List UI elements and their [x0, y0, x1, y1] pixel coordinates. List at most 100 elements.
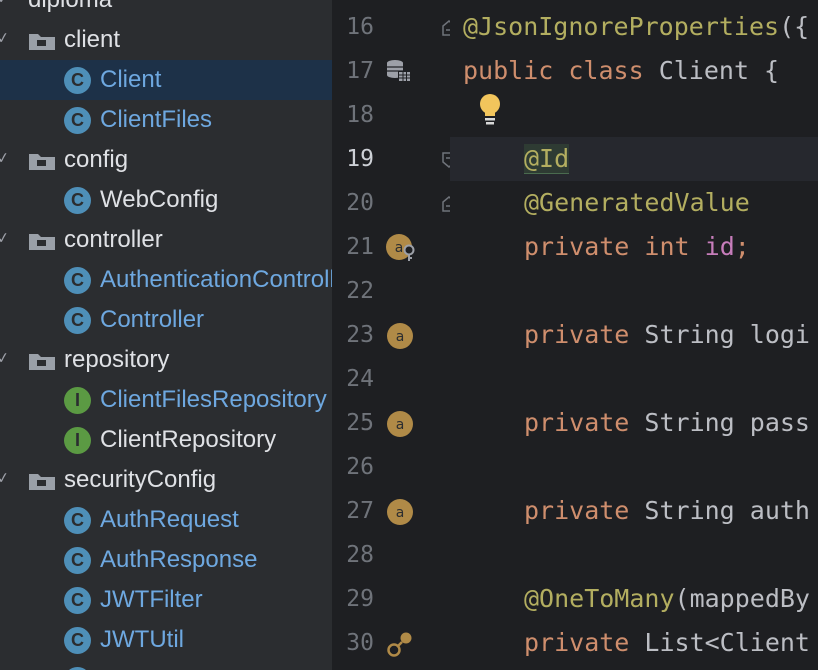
code-editor[interactable]: @JsonIgnoreProperties({ public class Cli…: [450, 0, 818, 670]
tree-item-config-folder[interactable]: ✓ config: [0, 140, 332, 180]
tree-item-authrequest[interactable]: C AuthRequest: [0, 500, 332, 540]
chevron-down-icon[interactable]: ✓: [0, 0, 11, 8]
tree-item-label: ClientRepository: [100, 426, 277, 453]
tree-item-client-folder[interactable]: ✓ client: [0, 20, 332, 60]
annotation-glyph: a: [396, 329, 405, 345]
code-line-25[interactable]: private String pass: [524, 401, 810, 445]
tree-item-webconfig[interactable]: C WebConfig: [0, 180, 332, 220]
code-line-27[interactable]: private String auth: [524, 489, 810, 533]
code-token: ({: [779, 12, 810, 41]
current-line-highlight: [450, 137, 818, 181]
code-line-17[interactable]: public class Client {: [463, 49, 779, 93]
tree-item-label: ClientFiles: [100, 106, 213, 133]
gutter-line[interactable]: 17: [332, 49, 450, 93]
code-token: ;: [734, 232, 750, 261]
keyword-token: class: [568, 56, 644, 85]
folder-icon: [29, 154, 55, 170]
annotation-icon[interactable]: a: [386, 410, 414, 438]
tree-item-label: ClientFilesRepository: [100, 386, 327, 413]
editor-gutter[interactable]: 16 17 18 19 20 21 a 22 23 a 24 25 a 26 2…: [332, 0, 456, 670]
tree-item-label: JWTUtil: [100, 626, 184, 653]
tree-item-label: controller: [64, 226, 163, 253]
tree-item-diploma[interactable]: ✓ diploma: [0, 0, 332, 20]
gutter-line[interactable]: 28: [332, 533, 450, 577]
line-number: 19: [346, 146, 374, 172]
gutter-line[interactable]: 24: [332, 357, 450, 401]
code-line-20[interactable]: @GeneratedValue: [524, 181, 750, 225]
code-line-16[interactable]: @JsonIgnoreProperties({: [463, 5, 809, 49]
chevron-down-icon[interactable]: ✓: [0, 148, 11, 168]
line-number: 18: [346, 102, 374, 128]
code-line-23[interactable]: private String logi: [524, 313, 810, 357]
tree-item-clientrepository[interactable]: I ClientRepository: [0, 420, 332, 460]
class-icon: C: [64, 547, 91, 574]
database-icon[interactable]: [386, 59, 412, 83]
code-line-19[interactable]: @Id: [524, 137, 570, 181]
line-number: 24: [346, 366, 374, 392]
gutter-line[interactable]: 20: [332, 181, 456, 225]
tree-item-securityconfig-folder[interactable]: ✓ securityConfig: [0, 460, 332, 500]
tree-item-label: WebConfig: [100, 186, 219, 213]
line-number: 27: [346, 498, 374, 524]
tree-item-label: Controller: [100, 306, 205, 333]
gutter-line[interactable]: 23 a: [332, 313, 450, 357]
chevron-down-icon[interactable]: ✓: [0, 468, 11, 488]
tree-item-authresponse[interactable]: C AuthResponse: [0, 540, 332, 580]
annotation-icon[interactable]: a: [386, 498, 414, 526]
code-token: List<Client: [629, 628, 810, 657]
class-icon: C: [64, 67, 91, 94]
class-icon: C: [64, 507, 91, 534]
tree-item-label: client: [64, 26, 121, 53]
tree-item-jwtutil[interactable]: C JWTUtil: [0, 620, 332, 660]
tree-item-label: securityConfig: [64, 466, 217, 493]
gutter-line[interactable]: 26: [332, 445, 450, 489]
gutter-line[interactable]: 25 a: [332, 401, 450, 445]
tree-item-label: repository: [64, 346, 170, 373]
interface-icon: I: [64, 387, 91, 414]
tree-item-client-class[interactable]: C Client: [0, 60, 332, 100]
keyword-token: private: [524, 320, 630, 349]
tree-item-repository-folder[interactable]: ✓ repository: [0, 340, 332, 380]
gutter-line[interactable]: 22: [332, 269, 450, 313]
tree-item-partial[interactable]: [0, 660, 332, 670]
code-token: String auth: [629, 496, 810, 525]
code-line-21[interactable]: private int id;: [524, 225, 750, 269]
tree-item-label: AuthenticationController: [100, 266, 332, 293]
tree-item-clientfiles[interactable]: C ClientFiles: [0, 100, 332, 140]
gutter-line[interactable]: 27 a: [332, 489, 450, 533]
chevron-down-icon[interactable]: ✓: [0, 28, 11, 48]
code-line-29[interactable]: @OneToMany(mappedBy: [524, 577, 810, 621]
tree-item-label: diploma: [28, 0, 112, 14]
gutter-line[interactable]: 16: [332, 5, 456, 49]
code-token: (mappedBy: [674, 584, 810, 613]
gutter-line[interactable]: 29: [332, 577, 450, 621]
line-number: 28: [346, 542, 374, 568]
tree-item-controller-folder[interactable]: ✓ controller: [0, 220, 332, 260]
lightbulb-icon[interactable]: [478, 93, 502, 127]
tree-item-jwtfilter[interactable]: C JWTFilter: [0, 580, 332, 620]
annotation-token: @JsonIgnoreProperties: [463, 12, 780, 41]
line-number: 17: [346, 58, 374, 84]
folder-icon: [29, 354, 55, 370]
tree-item-label: Client: [100, 66, 162, 93]
chevron-down-icon[interactable]: ✓: [0, 348, 11, 368]
tree-item-authenticationcontroller[interactable]: C AuthenticationController: [0, 260, 332, 300]
chevron-down-icon[interactable]: ✓: [0, 228, 11, 248]
gutter-line[interactable]: 18: [332, 93, 450, 137]
line-number: 30: [346, 630, 374, 656]
interface-icon: I: [64, 427, 91, 454]
gutter-line-current[interactable]: 19: [332, 137, 456, 181]
line-number: 26: [346, 454, 374, 480]
code-line-30[interactable]: private List<Client: [524, 621, 810, 665]
tree-item-clientfilesrepository[interactable]: I ClientFilesRepository: [0, 380, 332, 420]
tree-item-controller-class[interactable]: C Controller: [0, 300, 332, 340]
gutter-line[interactable]: 21 a: [332, 225, 450, 269]
annotation-key-icon[interactable]: a: [386, 234, 416, 262]
line-number: 20: [346, 190, 374, 216]
annotation-icon[interactable]: a: [386, 322, 414, 350]
project-tree[interactable]: ✓ diploma ✓ client C Client C ClientFile…: [0, 0, 332, 670]
gutter-line[interactable]: 30: [332, 621, 450, 665]
code-token: String pass: [629, 408, 810, 437]
code-token: String logi: [629, 320, 810, 349]
relation-icon[interactable]: [386, 630, 414, 658]
